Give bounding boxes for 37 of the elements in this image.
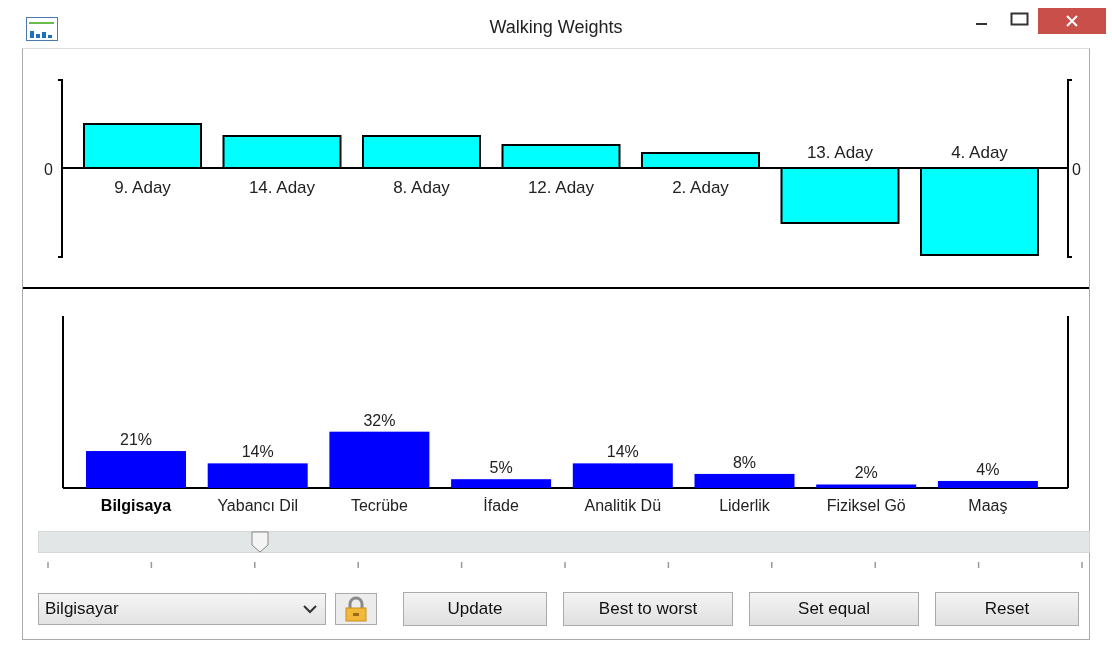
candidate-label: 2. Aday bbox=[672, 178, 729, 197]
action-button[interactable]: Best to worst bbox=[563, 592, 733, 626]
percent-label: 32% bbox=[363, 411, 396, 429]
criterion-label[interactable]: Fiziksel Gö bbox=[826, 497, 906, 514]
candidate-label: 12. Aday bbox=[527, 178, 595, 197]
action-button[interactable]: Set equal bbox=[749, 592, 919, 626]
criterion-label[interactable]: Maaş bbox=[968, 497, 1008, 514]
lock-button[interactable] bbox=[335, 593, 377, 625]
percent-label: 8% bbox=[732, 453, 757, 471]
criterion-label[interactable]: Bilgisaya bbox=[100, 497, 172, 514]
action-button[interactable]: Reset bbox=[935, 592, 1079, 626]
padlock-icon bbox=[343, 596, 369, 622]
candidate-label: 4. Aday bbox=[951, 143, 1008, 162]
axis-label: 0 bbox=[1072, 161, 1081, 178]
criterion-label[interactable]: Liderlik bbox=[719, 497, 770, 514]
window-title: Walking Weights bbox=[489, 15, 623, 39]
criterion-dropdown[interactable]: Bilgisayar bbox=[38, 593, 326, 625]
criterion-label[interactable]: İfade bbox=[483, 497, 519, 514]
percent-label: 21% bbox=[120, 431, 152, 449]
axis-label: 0 bbox=[44, 161, 53, 178]
candidate-label: 13. Aday bbox=[806, 143, 874, 162]
criterion-label[interactable]: Yabancı Dil bbox=[217, 497, 298, 514]
criterion-label[interactable]: Tecrübe bbox=[350, 497, 408, 514]
action-button[interactable]: Update bbox=[403, 592, 547, 626]
percent-label: 14% bbox=[241, 443, 274, 461]
close-button[interactable] bbox=[1038, 8, 1106, 34]
candidate-label: 8. Aday bbox=[393, 178, 450, 197]
criterion-label[interactable]: Analitik Dü bbox=[584, 497, 662, 514]
percent-label: 2% bbox=[854, 464, 878, 482]
percent-label: 5% bbox=[489, 459, 513, 477]
candidate-label: 9. Aday bbox=[114, 178, 171, 197]
percent-label: 14% bbox=[606, 443, 639, 461]
chevron-down-icon bbox=[303, 604, 317, 614]
app-icon bbox=[26, 17, 58, 41]
percent-label: 4% bbox=[976, 460, 1000, 478]
slider-thumb[interactable] bbox=[250, 531, 269, 553]
candidate-label: 14. Aday bbox=[248, 178, 316, 197]
